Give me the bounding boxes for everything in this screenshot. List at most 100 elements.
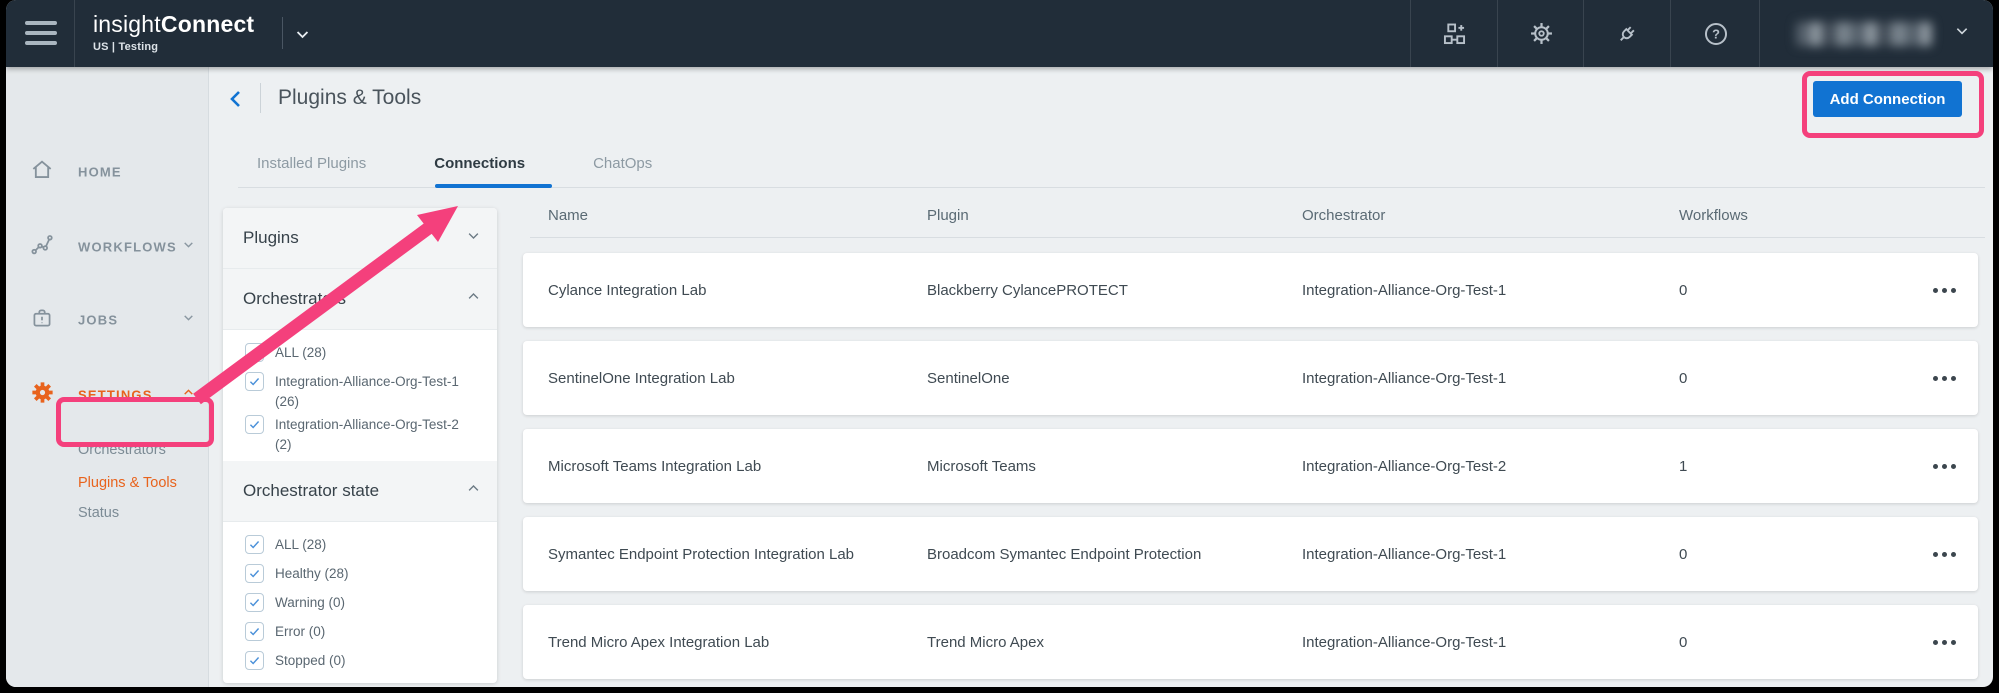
- row-actions-button[interactable]: [1933, 640, 1978, 645]
- row-actions-button[interactable]: [1933, 376, 1978, 381]
- table-row[interactable]: Symantec Endpoint Protection Integration…: [523, 517, 1978, 591]
- sidebar-item-orchestrators[interactable]: Orchestrators: [6, 437, 208, 463]
- filter-option-label: Error (0): [275, 619, 465, 642]
- checkbox-checked-icon[interactable]: [245, 564, 264, 583]
- filter-group-orchestrators[interactable]: Orchestrators: [223, 269, 497, 330]
- table-row[interactable]: Cylance Integration Lab Blackberry Cylan…: [523, 253, 1978, 327]
- filter-checkbox-option[interactable]: Integration-Alliance-Org-Test-2 (2): [245, 412, 497, 454]
- filter-checkbox-option[interactable]: ALL (28): [245, 340, 497, 368]
- account-menu[interactable]: [1759, 0, 1993, 67]
- filter-option-label: ALL (28): [275, 340, 465, 363]
- cell-connection-name: Trend Micro Apex Integration Lab: [548, 634, 927, 651]
- cell-plugin: SentinelOne: [927, 370, 1302, 387]
- product-switcher-chevron-icon[interactable]: [294, 26, 311, 48]
- tab-bar: Installed Plugins Connections ChatOps: [257, 155, 652, 172]
- app-switcher-button[interactable]: [1410, 0, 1498, 67]
- checkbox-checked-icon[interactable]: [245, 651, 264, 670]
- cell-connection-name: SentinelOne Integration Lab: [548, 370, 927, 387]
- filter-group-title: Plugins: [243, 228, 299, 248]
- filter-option-label: Healthy (28): [275, 561, 465, 584]
- sidebar-subitem-label: Orchestrators: [78, 442, 166, 458]
- sidebar-item-jobs[interactable]: JOBS: [6, 302, 208, 338]
- column-header-name: Name: [548, 207, 927, 224]
- logo-text-bold: Connect: [161, 11, 254, 37]
- top-bar: insightConnect US | Testing: [6, 0, 1993, 67]
- tab-connections[interactable]: Connections: [434, 155, 525, 172]
- checkbox-checked-icon[interactable]: [245, 372, 264, 391]
- chevron-down-icon: [182, 238, 195, 256]
- cell-orchestrator: Integration-Alliance-Org-Test-1: [1302, 282, 1679, 299]
- app-switcher-icon: [1441, 20, 1468, 47]
- cell-connection-name: Microsoft Teams Integration Lab: [548, 458, 927, 475]
- filter-options-orchestrator-state: ALL (28) Healthy (28) Warning (0) Error …: [223, 522, 497, 683]
- column-header-orchestrator: Orchestrator: [1302, 207, 1679, 224]
- filter-group-title: Orchestrator state: [243, 481, 379, 501]
- checkbox-checked-icon[interactable]: [245, 343, 264, 362]
- filter-group-title: Orchestrators: [243, 289, 346, 309]
- filter-checkbox-option[interactable]: Healthy (28): [245, 561, 497, 589]
- divider: [282, 17, 283, 49]
- sidebar-item-workflows[interactable]: WORKFLOWS: [6, 229, 208, 265]
- checkbox-checked-icon[interactable]: [245, 535, 264, 554]
- chevron-down-icon: [182, 311, 195, 329]
- filter-group-orchestrator-state[interactable]: Orchestrator state: [223, 461, 497, 522]
- page-title: Plugins & Tools: [278, 86, 421, 110]
- checkbox-checked-icon[interactable]: [245, 622, 264, 641]
- cell-orchestrator: Integration-Alliance-Org-Test-1: [1302, 634, 1679, 651]
- sidebar-item-label: HOME: [78, 165, 122, 180]
- filter-option-label: Warning (0): [275, 590, 465, 613]
- account-chevron-icon: [1954, 23, 1970, 44]
- gear-icon: [1528, 20, 1555, 47]
- back-button[interactable]: [224, 87, 248, 116]
- region-label: US | Testing: [93, 41, 254, 53]
- plugins-button[interactable]: [1583, 0, 1671, 67]
- cell-plugin: Blackberry CylancePROTECT: [927, 282, 1302, 299]
- filter-panel: Plugins Orchestrators ALL (28) Integrati…: [223, 208, 497, 683]
- filter-checkbox-option[interactable]: Stopped (0): [245, 648, 497, 676]
- settings-gear-button[interactable]: [1497, 0, 1584, 67]
- sidebar-item-plugins-tools[interactable]: Plugins & Tools: [6, 470, 208, 496]
- sidebar-nav: HOME WORKFLOWS JOBS: [6, 67, 209, 687]
- filter-checkbox-option[interactable]: Warning (0): [245, 590, 497, 618]
- cell-orchestrator: Integration-Alliance-Org-Test-2: [1302, 458, 1679, 475]
- sidebar-item-label: WORKFLOWS: [78, 240, 177, 255]
- plug-icon: [1614, 20, 1641, 47]
- sidebar-item-home[interactable]: HOME: [6, 154, 208, 190]
- active-tab-indicator: [435, 184, 552, 188]
- row-actions-button[interactable]: [1933, 552, 1978, 557]
- filter-checkbox-option[interactable]: ALL (28): [245, 532, 497, 560]
- filter-option-label: ALL (28): [275, 532, 465, 555]
- sidebar-item-status[interactable]: Status: [6, 500, 208, 526]
- tab-chatops[interactable]: ChatOps: [593, 155, 652, 172]
- filter-group-plugins[interactable]: Plugins: [223, 208, 497, 269]
- app-window: insightConnect US | Testing: [6, 0, 1993, 687]
- table-row[interactable]: Trend Micro Apex Integration Lab Trend M…: [523, 605, 1978, 679]
- svg-text:?: ?: [1712, 26, 1720, 41]
- workflows-icon: [29, 232, 55, 263]
- settings-gear-icon: [29, 379, 56, 411]
- hamburger-menu-icon[interactable]: [25, 19, 57, 47]
- cell-plugin: Broadcom Symantec Endpoint Protection: [927, 546, 1302, 563]
- question-circle-icon: ?: [1702, 20, 1730, 48]
- filter-checkbox-option[interactable]: Error (0): [245, 619, 497, 647]
- table-header: Name Plugin Orchestrator Workflows: [523, 207, 1978, 224]
- filter-options-orchestrators: ALL (28) Integration-Alliance-Org-Test-1…: [223, 330, 497, 461]
- add-connection-button[interactable]: Add Connection: [1813, 81, 1962, 117]
- checkbox-checked-icon[interactable]: [245, 593, 264, 612]
- app-logo[interactable]: insightConnect US | Testing: [93, 11, 254, 53]
- row-actions-button[interactable]: [1933, 288, 1978, 293]
- table-row[interactable]: SentinelOne Integration Lab SentinelOne …: [523, 341, 1978, 415]
- main-content: Plugins & Tools Add Connection Installed…: [208, 67, 1993, 687]
- cell-workflows: 0: [1679, 546, 1879, 563]
- sidebar-item-settings[interactable]: SETTINGS: [6, 377, 208, 413]
- cell-connection-name: Cylance Integration Lab: [548, 282, 927, 299]
- chevron-up-icon: [466, 289, 481, 309]
- tab-installed-plugins[interactable]: Installed Plugins: [257, 155, 366, 172]
- row-actions-button[interactable]: [1933, 464, 1978, 469]
- help-button[interactable]: ?: [1670, 0, 1760, 67]
- checkbox-checked-icon[interactable]: [245, 415, 264, 434]
- filter-option-label: Stopped (0): [275, 648, 465, 671]
- table-row[interactable]: Microsoft Teams Integration Lab Microsof…: [523, 429, 1978, 503]
- filter-checkbox-option[interactable]: Integration-Alliance-Org-Test-1 (26): [245, 369, 497, 411]
- filter-option-label: Integration-Alliance-Org-Test-1 (26): [275, 369, 465, 411]
